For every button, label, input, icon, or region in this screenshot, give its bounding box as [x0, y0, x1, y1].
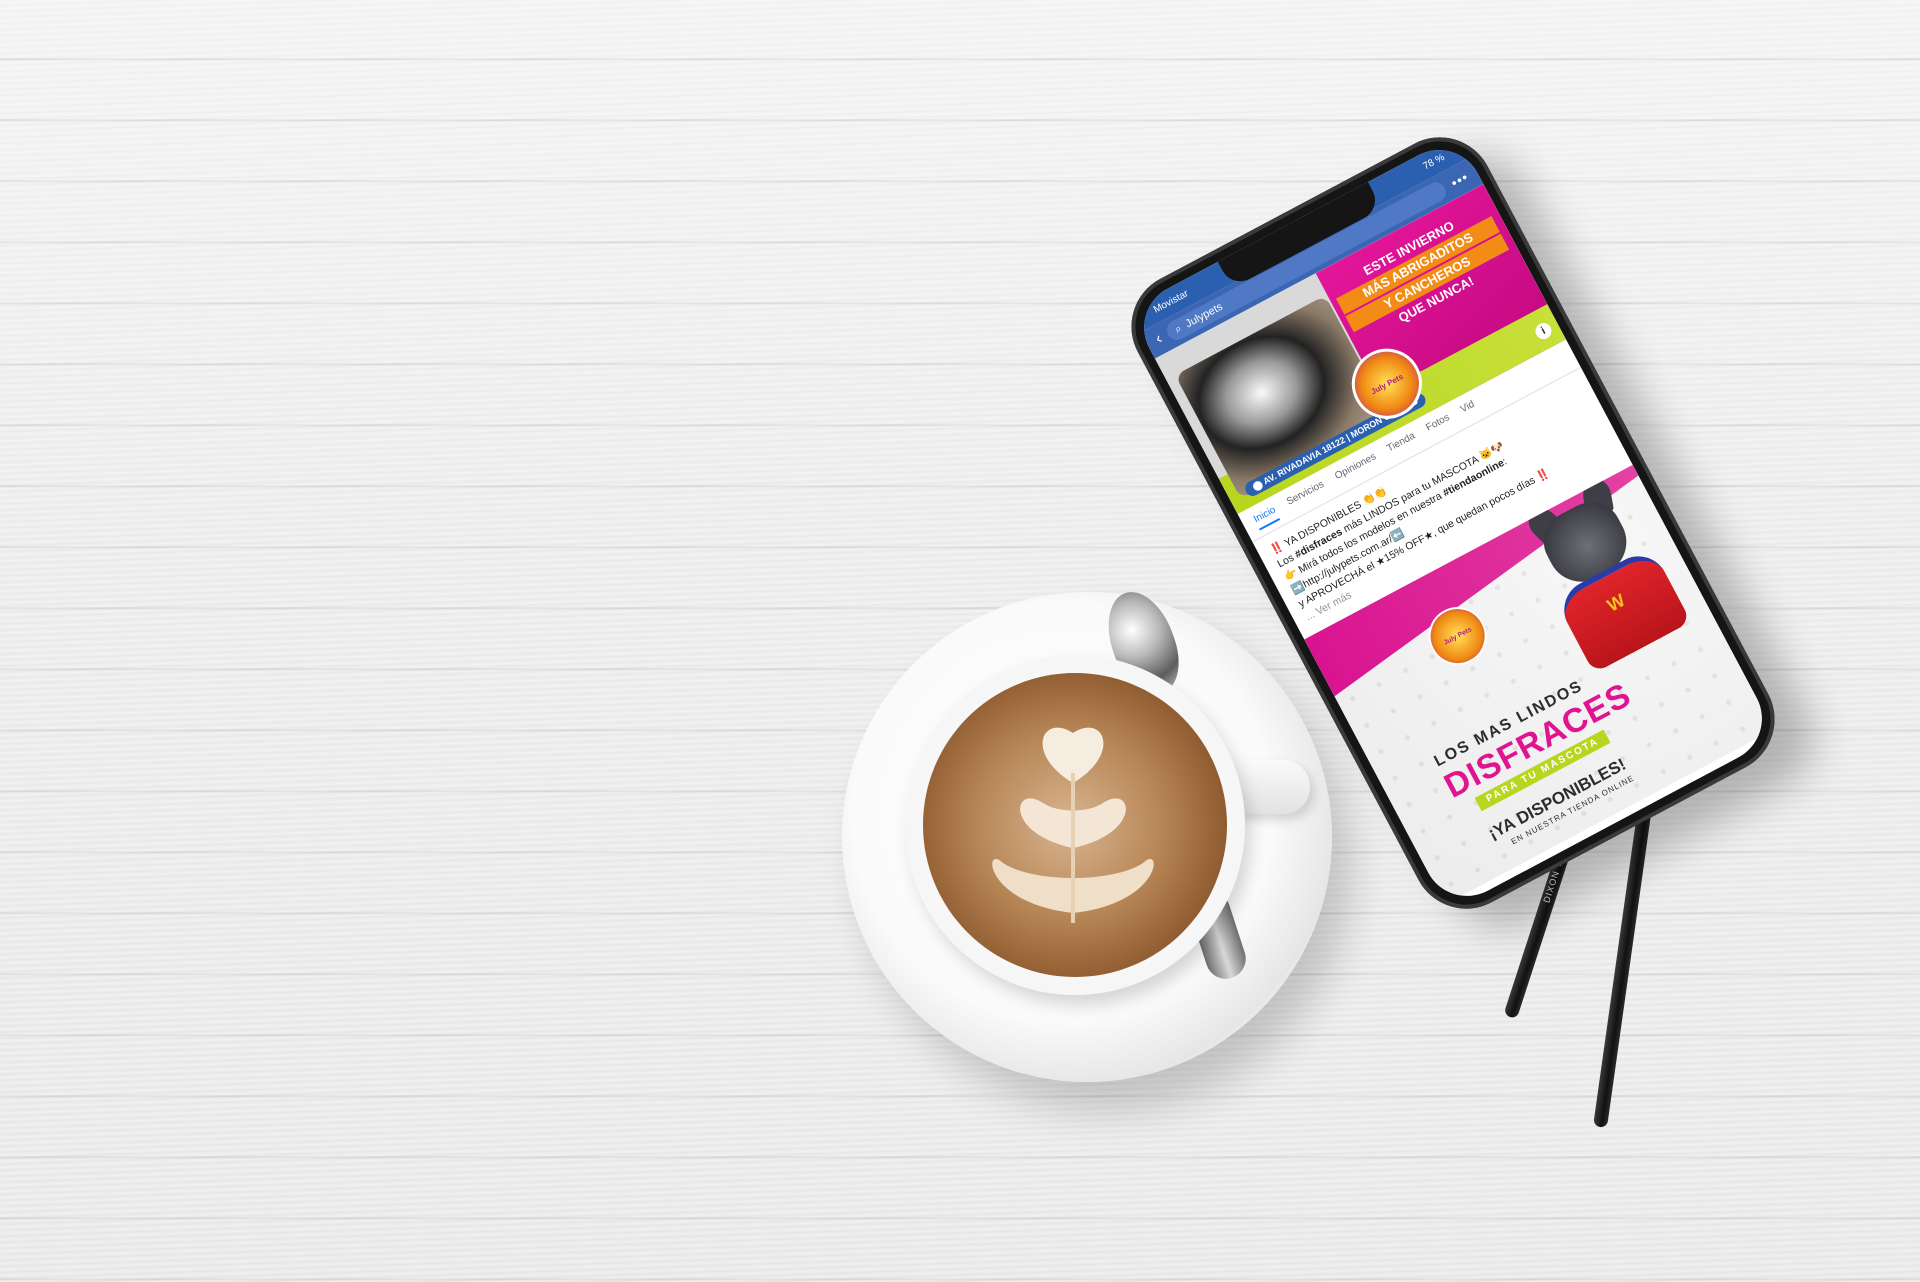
tab-fotos[interactable]: Fotos — [1424, 412, 1454, 439]
back-arrow-icon[interactable]: ‹ — [1153, 330, 1166, 348]
wonder-woman-emblem-icon: W — [1603, 589, 1629, 616]
more-options-icon[interactable]: ••• — [1448, 168, 1471, 190]
tab-videos[interactable]: Vid — [1459, 399, 1480, 421]
latte-art — [923, 673, 1227, 977]
latte-heart-icon — [992, 727, 1154, 923]
search-icon: ⌕ — [1172, 322, 1184, 336]
battery-label: 78 % — [1421, 151, 1447, 172]
tab-inicio[interactable]: Inicio — [1251, 504, 1281, 531]
desk-scene: DIXON TICONDEROGA Movistar 78 % ‹ ⌕ July… — [0, 0, 1920, 1282]
